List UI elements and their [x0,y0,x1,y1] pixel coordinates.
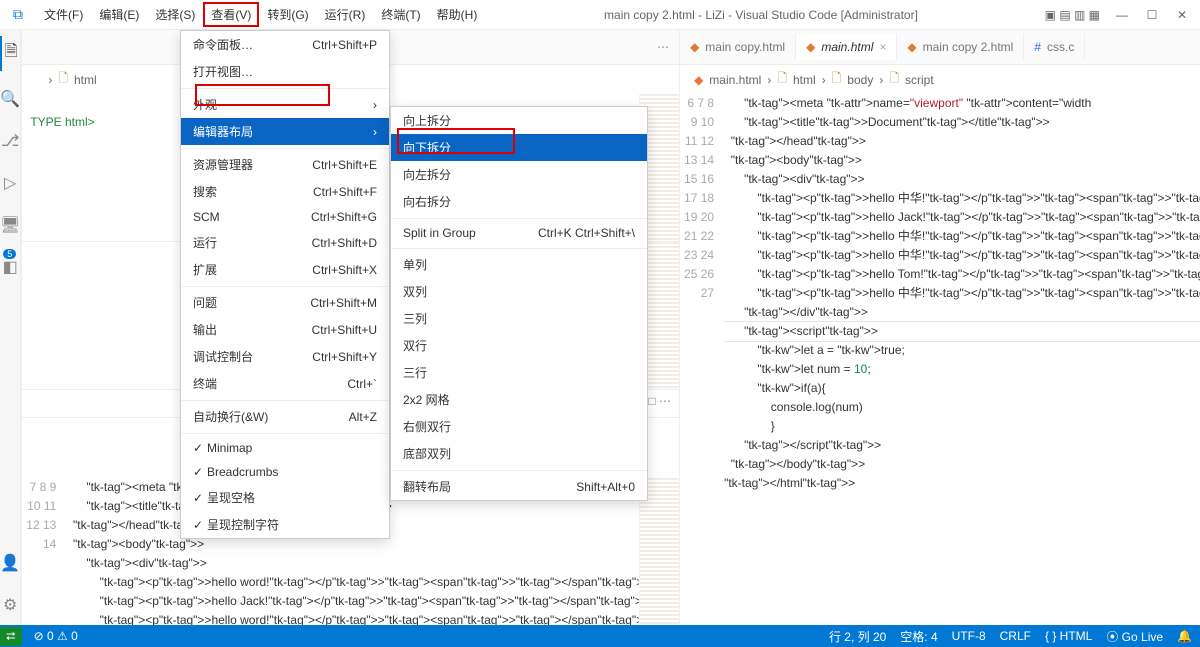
editor-actions[interactable]: □ ⋯ [648,394,671,408]
status-indent[interactable]: 空格: 4 [900,628,937,645]
menu-open-view[interactable]: 打开视图… [181,58,389,85]
menu-scm[interactable]: SCMCtrl+Shift+G [181,205,389,229]
window-maximize-icon[interactable]: ☐ [1138,8,1166,22]
submenu-editor-layout: 向上拆分 向下拆分 向左拆分 向右拆分 Split in GroupCtrl+K… [390,106,648,501]
window-minimize-icon[interactable]: — [1108,8,1136,22]
menu-minimap[interactable]: ✓Minimap [181,433,389,460]
status-go-live[interactable]: ⦿ Go Live [1106,628,1163,645]
tab-close-icon[interactable]: × [879,40,886,54]
status-notifications-icon[interactable]: 🔔 [1177,629,1192,643]
vscode-logo-icon: ⧉ [0,6,36,23]
menu-render-whitespace[interactable]: ✓呈现空格 [181,484,389,511]
submenu-grid-2x2[interactable]: 2x2 网格 [391,386,647,413]
menu-command-palette[interactable]: 命令面板…Ctrl+Shift+P [181,31,389,58]
status-encoding[interactable]: UTF-8 [952,629,986,643]
menubar: 文件(F) 编辑(E) 选择(S) 查看(V) 转到(G) 运行(R) 终端(T… [36,2,485,27]
activity-run-icon[interactable]: ▷ [0,169,20,197]
menu-selection[interactable]: 选择(S) [147,2,203,27]
menu-output[interactable]: 输出Ctrl+Shift+U [181,316,389,343]
activity-scm-icon[interactable]: ⎇ [0,127,20,155]
code-editor[interactable]: 6 7 8 9 10 11 12 13 14 15 16 17 18 19 20… [680,94,1200,625]
submenu-single[interactable]: 单列 [391,248,647,278]
status-eol[interactable]: CRLF [1000,629,1031,643]
submenu-split-in-group[interactable]: Split in GroupCtrl+K Ctrl+Shift+\ [391,218,647,245]
menu-explorer[interactable]: 资源管理器Ctrl+Shift+E [181,148,389,178]
window-title: main copy 2.html - LiZi - Visual Studio … [485,8,1036,22]
menu-terminal[interactable]: 终端Ctrl+` [181,370,389,397]
menu-run[interactable]: 运行(R) [317,2,374,27]
submenu-two-col[interactable]: 双列 [391,278,647,305]
tab-file[interactable]: ◆main copy 2.html [897,34,1024,60]
activity-settings-icon[interactable]: ⚙ [0,591,20,619]
status-problems[interactable]: ⊘ 0 ⚠ 0 [34,629,78,643]
tab-file[interactable]: ◆main.html× [796,34,897,60]
status-language[interactable]: { } HTML [1045,629,1092,643]
submenu-three-row[interactable]: 三行 [391,359,647,386]
tab-bar: ◆main copy.html ◆main.html× ◆main copy 2… [680,30,1200,65]
menu-terminal[interactable]: 终端(T) [373,2,428,27]
titlebar: ⧉ 文件(F) 编辑(E) 选择(S) 查看(V) 转到(G) 运行(R) 终端… [0,0,1200,30]
menu-edit[interactable]: 编辑(E) [91,2,147,27]
extensions-badge: 5 [3,249,16,259]
submenu-split-left[interactable]: 向左拆分 [391,161,647,188]
menu-help[interactable]: 帮助(H) [429,2,486,27]
editor-group-right: ◆main copy.html ◆main.html× ◆main copy 2… [680,30,1200,625]
editor-more-icon[interactable]: ⋯ [647,40,679,54]
menu-word-wrap[interactable]: 自动换行(&W)Alt+Z [181,400,389,430]
submenu-three-col[interactable]: 三列 [391,305,647,332]
submenu-flip-layout[interactable]: 翻转布局Shift+Alt+0 [391,470,647,500]
menu-go[interactable]: 转到(G) [259,2,316,27]
activity-account-icon[interactable]: 👤 [0,549,20,577]
statusbar: ⮂ ⊘ 0 ⚠ 0 行 2, 列 20 空格: 4 UTF-8 CRLF { }… [0,625,1200,647]
menu-search[interactable]: 搜索Ctrl+Shift+F [181,178,389,205]
menu-extensions[interactable]: 扩展Ctrl+Shift+X [181,256,389,283]
status-remote[interactable]: ⮂ [0,627,22,646]
menu-editor-layout[interactable]: 编辑器布局› [181,118,389,145]
activity-bar: 🗎 🔍 ⎇ ▷ 🖥 ◧5 👤 ⚙ [0,30,21,625]
status-cursor-position[interactable]: 行 2, 列 20 [829,628,886,645]
submenu-two-bottom[interactable]: 底部双列 [391,440,647,467]
menu-breadcrumbs[interactable]: ✓Breadcrumbs [181,460,389,484]
menu-debug-console[interactable]: 调试控制台Ctrl+Shift+Y [181,343,389,370]
menu-problems[interactable]: 问题Ctrl+Shift+M [181,286,389,316]
submenu-two-row[interactable]: 双行 [391,332,647,359]
window-close-icon[interactable]: ✕ [1168,8,1196,22]
menu-view-dropdown: 命令面板…Ctrl+Shift+P 打开视图… 外观› 编辑器布局› 资源管理器… [180,30,390,539]
submenu-two-right[interactable]: 右侧双行 [391,413,647,440]
activity-extensions-icon[interactable]: ◧5 [0,253,20,281]
activity-remote-icon[interactable]: 🖥 [0,211,20,239]
activity-search-icon[interactable]: 🔍 [0,85,20,113]
menu-file[interactable]: 文件(F) [36,2,91,27]
menu-appearance[interactable]: 外观› [181,88,389,118]
submenu-split-right[interactable]: 向右拆分 [391,188,647,215]
layout-controls[interactable]: ▣ ▤ ▥ ▦ [1037,8,1108,22]
activity-explorer-icon[interactable]: 🗎 [0,36,20,71]
tab-file[interactable]: #css.c [1024,34,1085,60]
menu-view[interactable]: 查看(V) [203,2,259,27]
menu-run[interactable]: 运行Ctrl+Shift+D [181,229,389,256]
submenu-split-up[interactable]: 向上拆分 [391,107,647,134]
breadcrumb[interactable]: ◆main.html› 🗋html› 🗋body› 🗋script [680,65,1200,94]
tab-file[interactable]: ◆main copy.html [680,34,796,60]
menu-render-control[interactable]: ✓呈现控制字符 [181,511,389,538]
submenu-split-down[interactable]: 向下拆分 [391,134,647,161]
